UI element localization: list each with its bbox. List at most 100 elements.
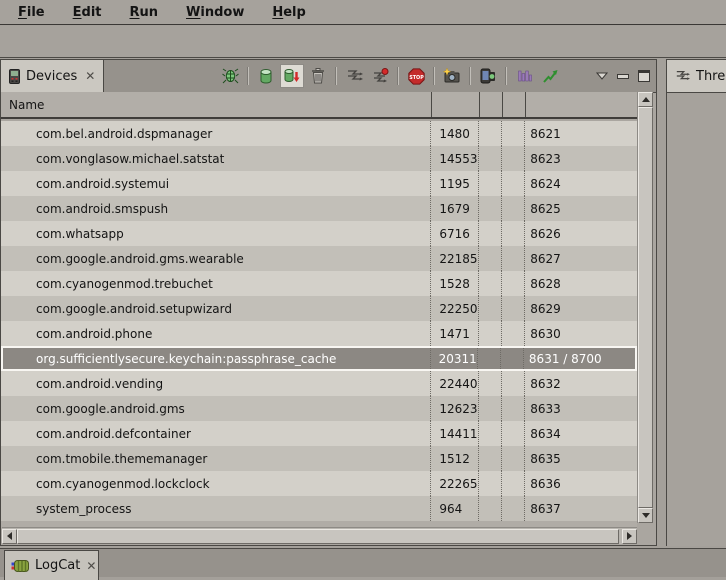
dump-view-hierarchy-icon[interactable]: [476, 64, 500, 88]
table-row[interactable]: com.android.systemui 1195 8624: [1, 171, 637, 196]
row-blank2: [501, 421, 524, 446]
row-blank2: [501, 371, 524, 396]
row-name: com.whatsapp: [1, 221, 430, 246]
table-row[interactable]: com.android.defcontainer 14411 8634: [1, 421, 637, 446]
table-row[interactable]: com.whatsapp 6716 8626: [1, 221, 637, 246]
maximize-icon[interactable]: [638, 70, 650, 82]
cause-gc-icon[interactable]: [306, 64, 330, 88]
scroll-down-button[interactable]: [638, 508, 653, 523]
column-header-name[interactable]: Name: [1, 92, 431, 117]
row-pid: 1679: [430, 196, 478, 221]
debug-icon[interactable]: [218, 64, 242, 88]
table-row[interactable]: com.android.vending 22440 8632: [1, 371, 637, 396]
row-pid: 6716: [430, 221, 478, 246]
arrow-up-icon: [642, 97, 650, 102]
update-threads-icon[interactable]: [342, 64, 366, 88]
row-name: com.android.smspush: [1, 196, 430, 221]
table-row[interactable]: com.cyanogenmod.lockclock 22265 8636: [1, 471, 637, 496]
scroll-left-button[interactable]: [2, 529, 17, 544]
row-name: com.cyanogenmod.lockclock: [1, 471, 430, 496]
row-port: 8637: [524, 496, 637, 521]
main-toolbar: [0, 26, 726, 58]
menu-edit[interactable]: Edit: [59, 5, 116, 20]
column-header-port[interactable]: [525, 92, 638, 117]
horizontal-scrollbar-thumb[interactable]: [17, 529, 619, 544]
device-table-header: Name: [1, 92, 638, 119]
row-port: 8633: [524, 396, 637, 421]
row-name: org.sufficientlysecure.keychain:passphra…: [3, 348, 430, 369]
menu-help[interactable]: Help: [258, 5, 319, 20]
logcat-icon: [11, 559, 29, 573]
row-blank1: [478, 196, 501, 221]
stop-process-icon[interactable]: STOP: [404, 64, 428, 88]
horizontal-scrollbar[interactable]: [2, 527, 637, 544]
start-method-profiling-icon[interactable]: [368, 64, 392, 88]
table-row[interactable]: com.tmobile.thememanager 1512 8635: [1, 446, 637, 471]
close-icon[interactable]: ✕: [85, 69, 95, 83]
table-row[interactable]: com.google.android.gms.wearable 22185 86…: [1, 246, 637, 271]
row-port: 8636: [524, 471, 637, 496]
row-blank1: [478, 421, 501, 446]
row-pid: 964: [430, 496, 478, 521]
close-icon[interactable]: ✕: [86, 559, 96, 573]
row-blank2: [501, 146, 524, 171]
row-port: 8628: [524, 271, 637, 296]
row-port: 8635: [524, 446, 637, 471]
row-port: 8630: [524, 321, 637, 346]
row-name: com.android.phone: [1, 321, 430, 346]
row-name: com.android.systemui: [1, 171, 430, 196]
vertical-scrollbar[interactable]: [637, 92, 653, 523]
scroll-right-button[interactable]: [622, 529, 637, 544]
screen-capture-icon[interactable]: [440, 64, 464, 88]
row-pid: 1480: [430, 121, 478, 146]
update-heap-icon[interactable]: [254, 64, 278, 88]
tab-devices-label: Devices: [26, 69, 77, 84]
row-blank1: [478, 271, 501, 296]
table-row[interactable]: com.android.smspush 1679 8625: [1, 196, 637, 221]
row-name: com.android.vending: [1, 371, 430, 396]
column-header-blank1[interactable]: [479, 92, 502, 117]
menu-run[interactable]: Run: [116, 5, 173, 20]
table-row[interactable]: org.sufficientlysecure.keychain:passphra…: [1, 346, 637, 371]
view-menu-icon[interactable]: [596, 72, 608, 80]
row-port: 8624: [524, 171, 637, 196]
row-blank2: [501, 446, 524, 471]
tab-devices[interactable]: Devices ✕: [1, 60, 104, 92]
row-blank1: [478, 221, 501, 246]
scroll-up-button[interactable]: [638, 92, 653, 107]
menu-window[interactable]: Window: [172, 5, 258, 20]
row-blank1: [478, 321, 501, 346]
table-row[interactable]: com.android.phone 1471 8630: [1, 321, 637, 346]
row-name: com.google.android.gms.wearable: [1, 246, 430, 271]
row-port: 8632: [524, 371, 637, 396]
table-row[interactable]: system_process 964 8637: [1, 496, 637, 521]
row-pid: 22250: [430, 296, 478, 321]
device-icon: [9, 69, 20, 84]
row-pid: 1528: [430, 271, 478, 296]
column-header-pid[interactable]: [431, 92, 479, 117]
minimize-icon[interactable]: [617, 74, 629, 79]
table-row[interactable]: com.vonglasow.michael.satstat 14553 8623: [1, 146, 637, 171]
toolbar-separator: [397, 67, 399, 85]
start-opengl-trace-icon[interactable]: [538, 64, 562, 88]
tab-threads[interactable]: Threa: [667, 60, 726, 92]
tab-threads-label: Threa: [696, 69, 726, 84]
dump-hprof-icon[interactable]: [280, 64, 304, 88]
row-port: 8627: [524, 246, 637, 271]
tab-logcat[interactable]: LogCat ✕: [4, 550, 99, 580]
threads-tabbar: Threa: [667, 60, 726, 93]
row-port: 8626: [524, 221, 637, 246]
column-header-blank2[interactable]: [502, 92, 525, 117]
menu-file[interactable]: File: [4, 5, 59, 20]
row-blank1: [478, 171, 501, 196]
table-row[interactable]: com.google.android.gms 12623 8633: [1, 396, 637, 421]
capture-systrace-icon[interactable]: [512, 64, 536, 88]
row-blank2: [501, 321, 524, 346]
devices-view: Devices ✕: [0, 59, 657, 546]
table-row[interactable]: com.cyanogenmod.trebuchet 1528 8628: [1, 271, 637, 296]
vertical-scrollbar-thumb[interactable]: [638, 107, 653, 508]
table-row[interactable]: com.bel.android.dspmanager 1480 8621: [1, 121, 637, 146]
table-row[interactable]: com.google.android.setupwizard 22250 862…: [1, 296, 637, 321]
row-blank1: [478, 371, 501, 396]
toolbar-separator: [247, 67, 249, 85]
